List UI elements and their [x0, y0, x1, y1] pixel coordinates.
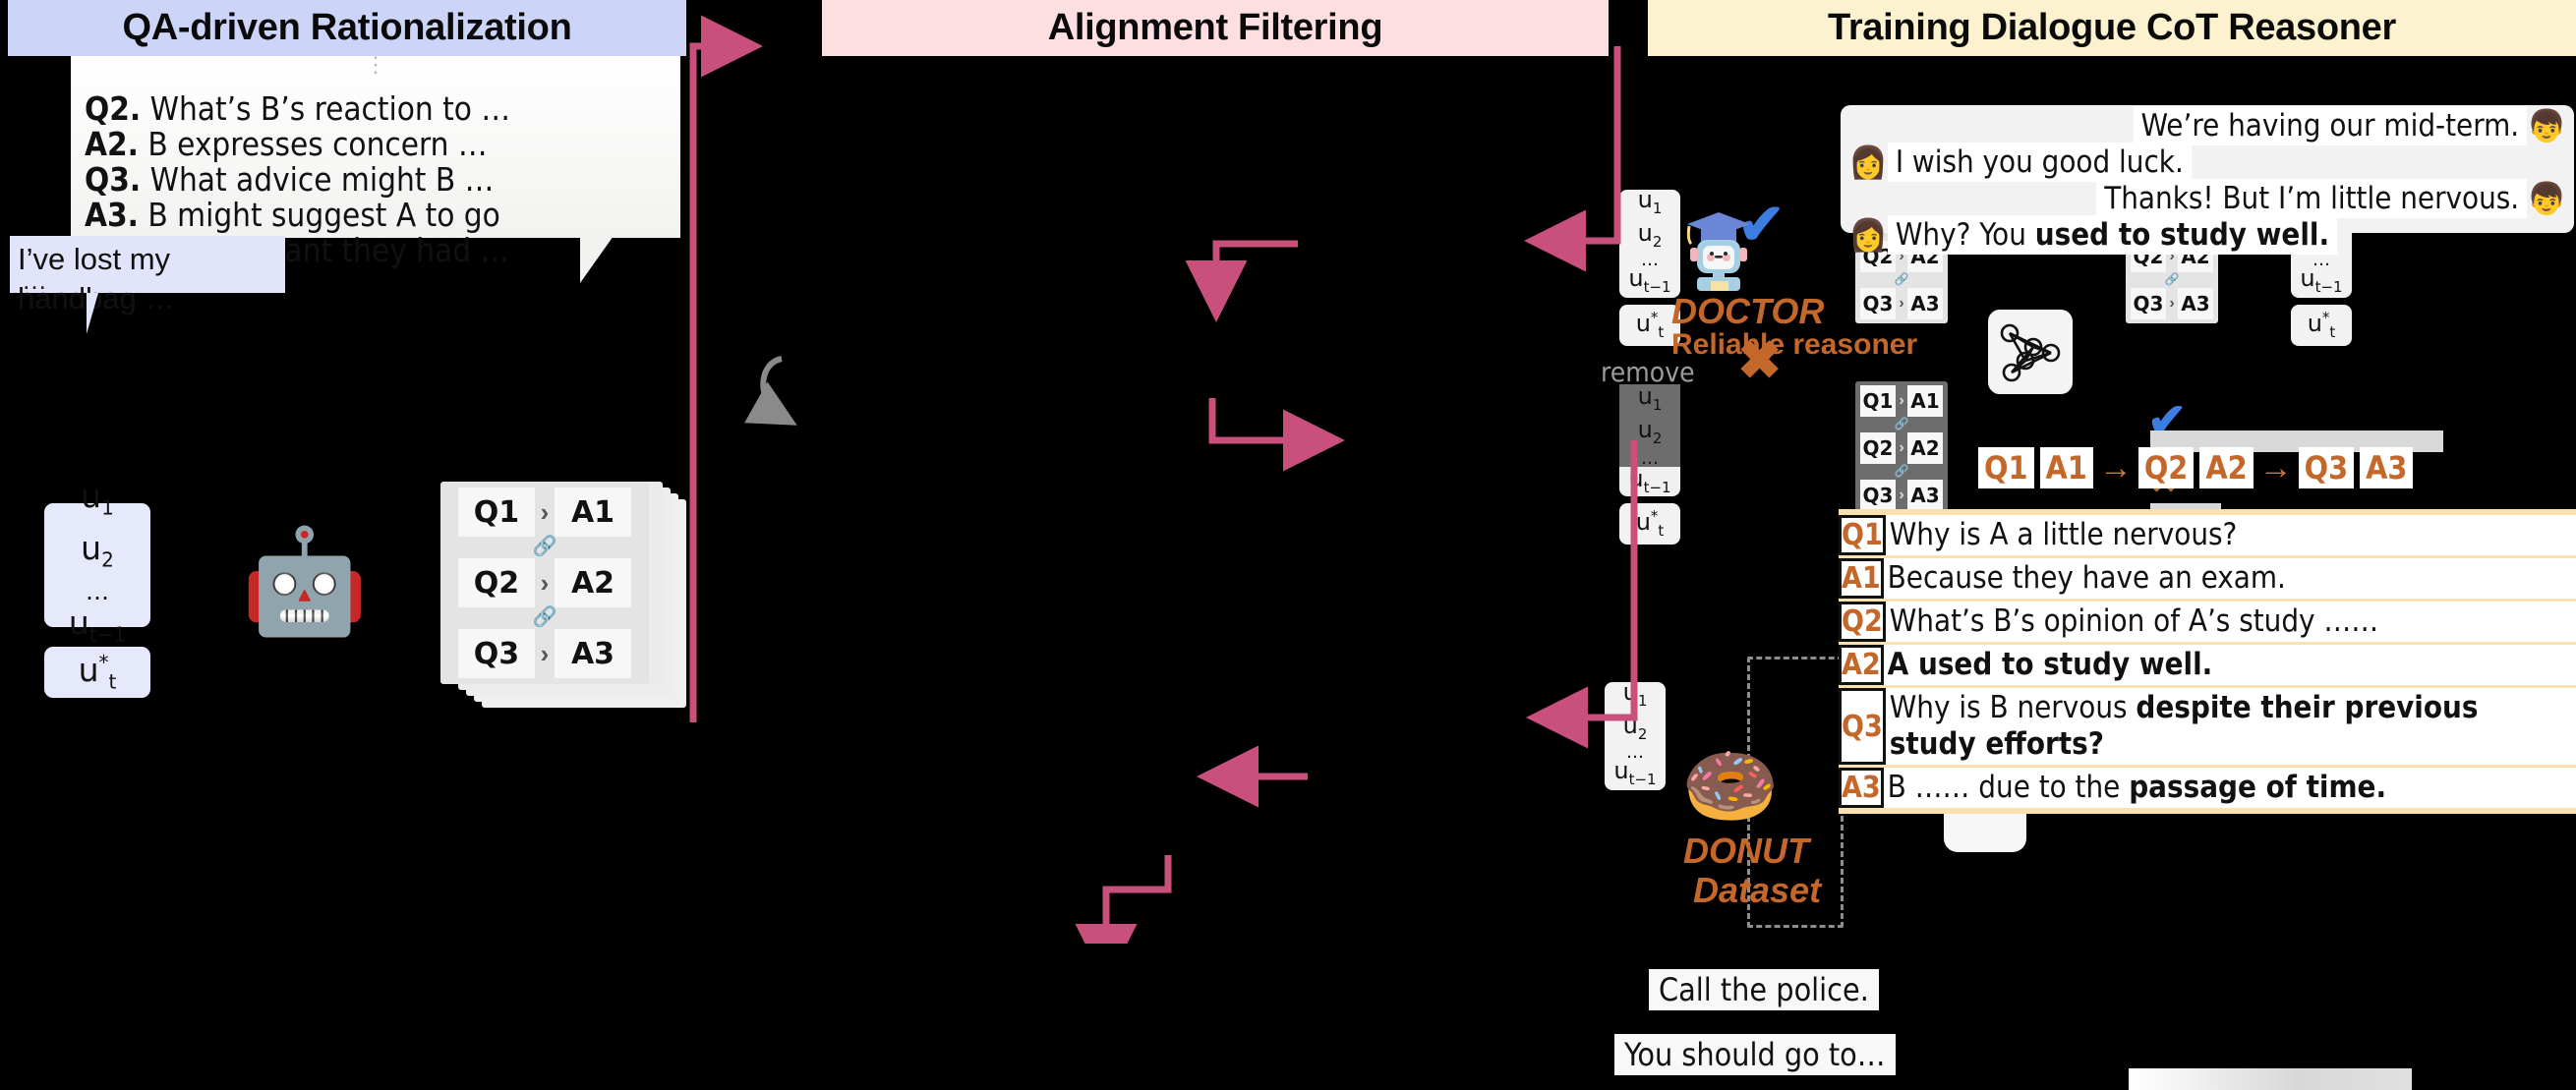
- chat-text-bold: used to study well.: [2034, 217, 2330, 253]
- u-item: u2: [81, 529, 114, 572]
- row-tag: Q1: [1839, 515, 1886, 555]
- chat-row: 👩 I wish you good luck.: [1848, 143, 2192, 182]
- target-utterance-block: u*t: [44, 647, 150, 698]
- donut-subtitle: Dataset: [1693, 870, 1822, 910]
- table-row: A3 B …… due to the passage of time.: [1839, 768, 2576, 808]
- cot-arrow: →: [2258, 448, 2293, 487]
- alignment-filtering-panel: u1 u2 … ut−1 u*t ✔ ✖ remove u1 u2 … ut−1 u…: [818, 0, 2443, 1090]
- qa-line-text: B expresses concern …: [147, 125, 488, 163]
- graduate-robot-glyph: [1686, 212, 1750, 291]
- row-text-plain: Why is A a little nervous?: [1889, 517, 2238, 552]
- qa-line-tag: A3.: [85, 196, 139, 234]
- u-item: …: [86, 577, 109, 605]
- dialogue-context-block: u1 u2 … ut−1: [44, 480, 150, 646]
- response-kept-chip: Call the police.: [1649, 969, 1879, 1010]
- cot-arrow: →: [2098, 448, 2133, 487]
- speaker-b-avatar: 👦: [2527, 108, 2566, 143]
- chat-text-plain: Why? You: [1895, 217, 2035, 253]
- cot-chip-q3: Q3: [2298, 447, 2355, 488]
- qa-line-tag: A2.: [85, 125, 139, 163]
- user-utterance-bubble: I’ve lost my handbag …: [10, 236, 285, 316]
- table-row: A1 Because they have an exam.: [1839, 558, 2576, 599]
- chip-a: A2: [555, 558, 631, 607]
- user-bubble-tail: [87, 293, 130, 334]
- chip-a: A3: [555, 629, 631, 678]
- link-icon: 🔗: [532, 536, 557, 557]
- preference-pair-bar: [2129, 1068, 2412, 1090]
- qa-rationale-bubble: ⋮ Q2. What’s B’s reaction to … A2. B exp…: [71, 52, 680, 268]
- row-tag: A1: [1839, 558, 1884, 599]
- donut-label: DONUT: [1683, 831, 1809, 871]
- chip-arrow: ›: [540, 567, 550, 598]
- cot-chip-a3: A3: [2360, 447, 2414, 488]
- row-text: Because they have an exam.: [1884, 558, 2576, 599]
- table-row: Q2 What’s B’s opinion of A’s study ……: [1839, 602, 2576, 642]
- cot-qa-table: Q1 Why is A a little nervous? A1 Because…: [1839, 509, 2576, 814]
- row-text-plain: Why is B nervous: [1889, 690, 2137, 725]
- qa-line-text: What’s B’s reaction to …: [149, 89, 511, 128]
- speaker-b-avatar: 👦: [2527, 181, 2566, 216]
- qa-pair-card-stack: Q1 › A1 🔗 Q2 › A2 🔗 Q3 › A3: [440, 482, 696, 717]
- u-item: u1: [81, 476, 114, 520]
- qa-bubble-tail: [580, 236, 614, 283]
- row-tag: Q2: [1839, 602, 1886, 642]
- row-text-bold: passage of time.: [2129, 770, 2387, 805]
- u-item: ut−1: [68, 602, 127, 647]
- qa-line-tag: Q2.: [85, 89, 142, 128]
- chat-message: Why? You used to study well.: [1887, 215, 2338, 255]
- row-text-plain: B …… due to the: [1887, 770, 2130, 805]
- table-row: Q3 Why is B nervous despite their previo…: [1839, 688, 2576, 765]
- qa-line-text: B might suggest A to go: [147, 196, 500, 234]
- table-row: Q1 Why is A a little nervous?: [1839, 515, 2576, 555]
- cot-chip-a2: A2: [2199, 447, 2254, 488]
- doctor-label: DOCTOR: [1671, 291, 1825, 331]
- qa-chain-left: Q1 › A1 🔗 Q2 › A2 🔗 Q3 › A3: [440, 482, 649, 684]
- chat-row: Thanks! But I’m little nervous. 👦: [1848, 179, 2566, 218]
- chip-q: Q3: [458, 629, 535, 678]
- table-row: A2 A used to study well.: [1839, 645, 2576, 685]
- row-tag: Q3: [1839, 688, 1886, 765]
- u-item: u*t: [78, 650, 117, 694]
- cot-chain-indicator: Q1 A1 → Q2 A2 → Q3 A3: [1978, 447, 2414, 488]
- chip-a: A1: [555, 488, 631, 537]
- chip-arrow: ›: [540, 496, 550, 527]
- chip-q: Q2: [458, 558, 535, 607]
- response-rejected-chip: You should go to…: [1614, 1034, 1896, 1075]
- chip-arrow: ›: [540, 638, 550, 668]
- row-text: B …… due to the passage of time.: [1884, 768, 2576, 808]
- row-text: Why is B nervous despite their previous …: [1886, 688, 2576, 765]
- row-text-bold: A used to study well.: [1887, 647, 2213, 682]
- cot-chip-q1: Q1: [1978, 447, 2034, 488]
- speaker-a-avatar: 👩: [1848, 217, 1888, 253]
- chat-message: I wish you good luck.: [1887, 143, 2192, 182]
- qa-line-text: What advice might B …: [149, 160, 495, 199]
- chat-message: We’re having our mid-term.: [2133, 106, 2528, 145]
- cot-chip-q2: Q2: [2137, 447, 2195, 488]
- doctor-subtitle: Reliable reasoner: [1671, 328, 1918, 361]
- user-utterance-ellipsis: …: [22, 265, 47, 295]
- row-text: What’s B’s opinion of A’s study ……: [1886, 602, 2576, 642]
- chat-message: Thanks! But I’m little nervous.: [2096, 179, 2528, 218]
- row-tag: A3: [1839, 768, 1884, 808]
- row-tag: A2: [1839, 645, 1884, 685]
- robot-icon: 🤖: [241, 525, 369, 639]
- chat-row: 👩 Why? You used to study well.: [1848, 215, 2338, 255]
- vertical-ellipsis-icon: ⋮: [365, 52, 386, 77]
- row-text: Why is A a little nervous?: [1886, 515, 2576, 555]
- chip-q: Q1: [458, 488, 535, 537]
- link-icon: 🔗: [532, 606, 557, 628]
- qa-line-tag: Q3.: [85, 160, 142, 199]
- row-text-plain: What’s B’s opinion of A’s study ……: [1889, 603, 2379, 639]
- cot-chip-a1: A1: [2039, 447, 2093, 488]
- row-text: A used to study well.: [1884, 645, 2576, 685]
- donut-icon: 🍩: [1681, 742, 1780, 830]
- row-text-plain: Because they have an exam.: [1887, 560, 2286, 596]
- qa-rationalization-panel: ⋮ Q2. What’s B’s reaction to … A2. B exp…: [0, 0, 818, 944]
- chat-row: We’re having our mid-term. 👦: [1848, 106, 2566, 145]
- speaker-a-avatar: 👩: [1848, 144, 1888, 180]
